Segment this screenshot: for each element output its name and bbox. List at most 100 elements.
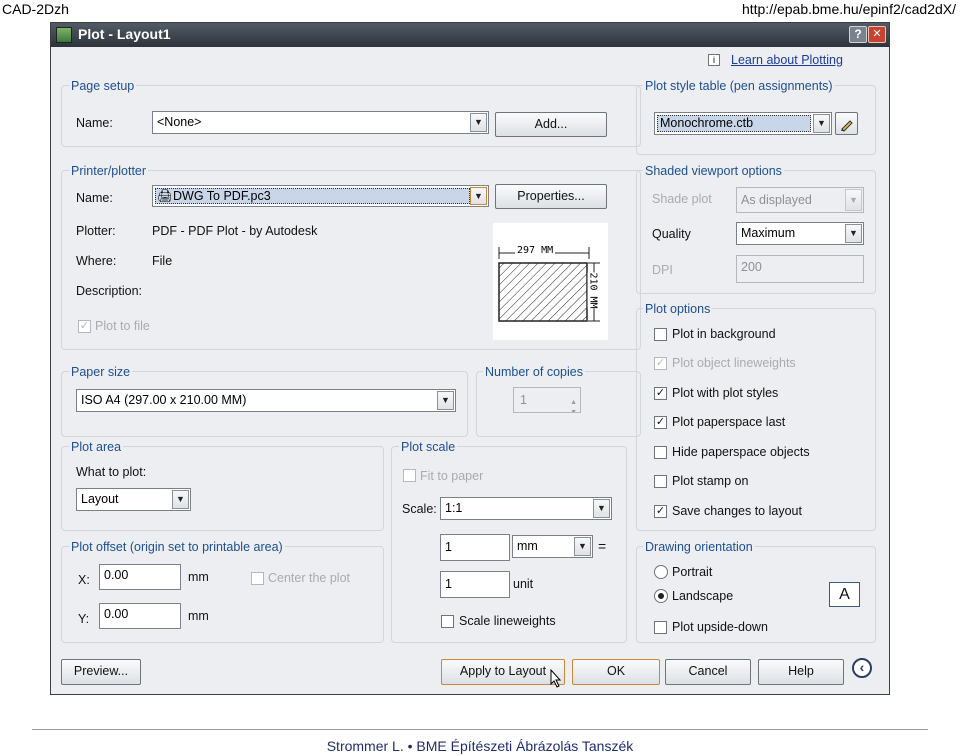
plot-to-file-label: Plot to file — [95, 319, 150, 333]
paper-size-dropdown[interactable]: ISO A4 (297.00 x 210.00 MM) ▼ — [76, 389, 456, 412]
scale-mm-input[interactable]: 1 — [440, 534, 510, 561]
offset-x-label: X: — [78, 573, 90, 587]
plot-options-title: Plot options — [643, 302, 713, 316]
plot-paperspace-last-label: Plot paperspace last — [672, 415, 786, 429]
plot-lineweights-checkbox[interactable]: ✓ — [654, 357, 667, 370]
add-page-setup-button[interactable]: Add... — [495, 112, 607, 137]
page-setup-name-label: Name: — [76, 116, 113, 130]
page-setup-name-value: <None> — [157, 115, 202, 129]
close-icon[interactable]: ✕ — [868, 26, 886, 43]
orientation-title: Drawing orientation — [643, 540, 755, 554]
save-changes-label: Save changes to layout — [672, 504, 802, 518]
description-label: Description: — [76, 284, 142, 298]
plot-in-background-checkbox[interactable] — [654, 328, 667, 341]
apply-to-layout-button[interactable]: Apply to Layout — [441, 659, 565, 685]
offset-y-value: 0.00 — [104, 607, 129, 621]
preview-button[interactable]: Preview... — [61, 659, 141, 685]
plot-style-value: Monochrome.ctb — [660, 116, 754, 130]
quality-value: Maximum — [741, 226, 796, 240]
learn-about-plotting-link[interactable]: Learn about Plotting — [731, 53, 843, 67]
upside-down-checkbox[interactable] — [654, 621, 667, 634]
plot-style-title: Plot style table (pen assignments) — [643, 79, 835, 93]
preview-width-label: 297 MM — [515, 245, 556, 256]
what-to-plot-value: Layout — [81, 492, 119, 506]
hide-paperspace-label: Hide paperspace objects — [672, 445, 810, 459]
dpi-input[interactable]: 200 — [736, 255, 864, 283]
where-label: Where: — [76, 254, 117, 268]
dpi-value: 200 — [741, 260, 762, 274]
offset-y-input[interactable]: 0.00 — [99, 603, 181, 629]
offset-x-input[interactable]: 0.00 — [99, 564, 181, 590]
slide-header-left: CAD-2Dzh — [2, 1, 69, 17]
ok-button[interactable]: OK — [572, 659, 660, 685]
plot-scale-title: Plot scale — [399, 440, 458, 454]
paper-preview: 297 MM 210 MM — [493, 223, 608, 340]
info-icon: i — [708, 54, 720, 66]
paper-size-title: Paper size — [69, 365, 133, 379]
quality-label: Quality — [652, 227, 691, 241]
what-to-plot-dropdown[interactable]: Layout ▼ — [76, 488, 191, 511]
plot-offset-title: Plot offset (origin set to printable are… — [69, 540, 285, 554]
landscape-label: Landscape — [672, 589, 734, 603]
landscape-orientation-icon: A — [829, 582, 860, 607]
scale-unit-dropdown[interactable]: mm ▼ — [512, 535, 593, 558]
plot-app-icon — [56, 27, 72, 43]
shade-plot-label: Shade plot — [652, 192, 712, 206]
fit-to-paper-label: Fit to paper — [420, 469, 484, 483]
printer-properties-button[interactable]: Properties... — [495, 184, 607, 209]
what-to-plot-label: What to plot: — [76, 465, 147, 479]
chevron-down-icon: ▼ — [813, 114, 830, 133]
fit-to-paper-checkbox[interactable] — [403, 469, 416, 482]
collapse-options-icon[interactable]: ‹ — [852, 658, 872, 678]
slide-header-right: http://epab.bme.hu/epinf2/cad2dX/ — [741, 1, 956, 17]
save-changes-checkbox[interactable]: ✓ — [654, 505, 667, 518]
plot-paperspace-last-checkbox[interactable]: ✓ — [654, 416, 667, 429]
copies-spinner[interactable]: 1 ▲ ▼ — [513, 387, 581, 413]
scale-mm-value: 1 — [445, 540, 452, 554]
center-plot-checkbox[interactable] — [251, 572, 264, 585]
plot-to-file-checkbox[interactable]: ✓ — [78, 320, 91, 333]
edit-plot-style-button[interactable] — [835, 112, 858, 135]
shade-plot-value: As displayed — [741, 193, 812, 207]
printer-name-value: DWG To PDF.pc3 — [173, 189, 271, 203]
page-setup-title: Page setup — [69, 79, 137, 93]
dpi-label: DPI — [652, 263, 673, 277]
plotter-value: PDF - PDF Plot - by Autodesk — [152, 224, 318, 238]
shade-plot-dropdown[interactable]: As displayed ▼ — [736, 187, 864, 213]
portrait-radio[interactable] — [654, 565, 668, 579]
plot-dialog: Plot - Layout1 ? ✕ i Learn about Plottin… — [50, 22, 890, 695]
plot-area-title: Plot area — [69, 440, 124, 454]
scale-unit-input[interactable]: 1 — [440, 571, 510, 598]
printer-plotter-title: Printer/plotter — [69, 164, 149, 178]
chevron-down-icon: ▼ — [437, 391, 454, 410]
cancel-button[interactable]: Cancel — [665, 659, 751, 685]
slide-footer: Strommer L. • BME Építészeti Ábrázolás T… — [326, 738, 634, 754]
plot-stamp-label: Plot stamp on — [672, 474, 749, 488]
scale-dropdown[interactable]: 1:1 ▼ — [440, 497, 612, 520]
quality-dropdown[interactable]: Maximum ▼ — [736, 222, 864, 245]
plot-with-styles-label: Plot with plot styles — [672, 386, 779, 400]
landscape-radio[interactable] — [654, 589, 668, 603]
chevron-down-icon: ▼ — [845, 189, 862, 211]
spin-down-icon: ▼ — [570, 409, 577, 413]
copies-title: Number of copies — [483, 365, 585, 379]
help-button[interactable]: Help — [758, 659, 844, 685]
chevron-down-icon: ▼ — [470, 113, 487, 132]
page-setup-name-dropdown[interactable]: <None> ▼ — [152, 111, 489, 134]
plot-lineweights-label: Plot object lineweights — [672, 356, 796, 370]
printer-name-dropdown[interactable]: 🖨 DWG To PDF.pc3 ▼ — [152, 185, 489, 207]
scale-lineweights-checkbox[interactable] — [441, 615, 454, 628]
plot-style-dropdown[interactable]: Monochrome.ctb ▼ — [654, 112, 832, 135]
mouse-cursor-icon — [550, 669, 562, 688]
help-title-button[interactable]: ? — [849, 26, 867, 43]
shaded-viewport-title: Shaded viewport options — [643, 164, 784, 178]
paper-size-value: ISO A4 (297.00 x 210.00 MM) — [81, 393, 247, 407]
plot-with-styles-checkbox[interactable]: ✓ — [654, 387, 667, 400]
preview-height-label: 210 MM — [587, 272, 599, 309]
chevron-down-icon: ▼ — [593, 499, 610, 518]
scale-label: Scale: — [402, 502, 437, 516]
offset-x-unit: mm — [188, 570, 209, 584]
offset-x-value: 0.00 — [104, 568, 129, 582]
hide-paperspace-checkbox[interactable] — [654, 446, 667, 459]
plot-stamp-checkbox[interactable] — [654, 475, 667, 488]
